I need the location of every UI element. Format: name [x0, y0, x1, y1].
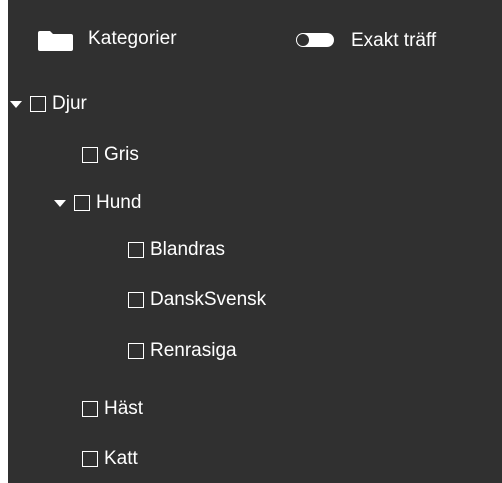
tree-node-label: Renrasiga	[150, 340, 237, 361]
caret-down-icon[interactable]	[10, 100, 22, 108]
tree-node-label: Häst	[104, 398, 144, 419]
tree-node-katt[interactable]: Katt	[82, 446, 138, 472]
checkbox-renrasiga[interactable]	[128, 343, 144, 359]
tree-node-label: Gris	[104, 144, 139, 165]
checkbox-katt[interactable]	[82, 451, 98, 467]
tree-node-label: DanskSvensk	[150, 289, 267, 310]
checkbox-hund[interactable]	[74, 195, 90, 211]
category-panel: Kategorier Exakt träff Djur Gris Hund Bl…	[8, 0, 502, 483]
caret-down-icon[interactable]	[54, 199, 66, 207]
tree-node-label: Djur	[52, 93, 87, 114]
tree-node-blandras[interactable]: Blandras	[128, 237, 225, 263]
tree-node-dansksvensk[interactable]: DanskSvensk	[128, 287, 266, 313]
panel-title: Kategorier	[88, 28, 177, 49]
folder-icon	[38, 31, 73, 51]
tree-node-djur[interactable]: Djur	[10, 91, 87, 117]
tree-node-renrasiga[interactable]: Renrasiga	[128, 338, 237, 364]
tree-node-gris[interactable]: Gris	[82, 142, 139, 168]
tree-node-hast[interactable]: Häst	[82, 396, 143, 422]
tree-node-label: Hund	[96, 192, 142, 213]
checkbox-gris[interactable]	[82, 147, 98, 163]
checkbox-blandras[interactable]	[128, 242, 144, 258]
tree-node-label: Katt	[104, 448, 138, 469]
exact-match-label: Exakt träff	[351, 30, 437, 51]
checkbox-dansksvensk[interactable]	[128, 292, 144, 308]
checkbox-djur[interactable]	[30, 96, 46, 112]
tree-node-label: Blandras	[150, 239, 225, 260]
toggle-knob	[297, 34, 309, 46]
category-header: Kategorier Exakt träff	[8, 0, 502, 80]
exact-match-toggle[interactable]	[296, 33, 334, 47]
checkbox-hast[interactable]	[82, 401, 98, 417]
tree-node-hund[interactable]: Hund	[54, 190, 141, 216]
